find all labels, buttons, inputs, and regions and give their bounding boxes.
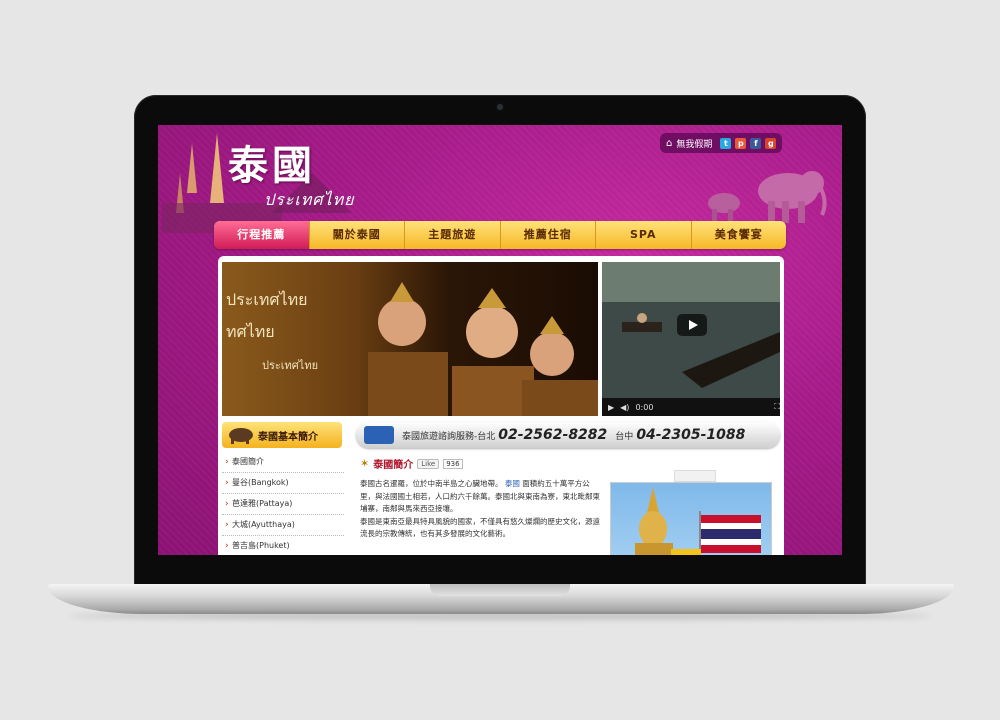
nav-item-itinerary[interactable]: 行程推薦 [214, 221, 310, 249]
main-nav: 行程推薦 關於泰國 主題旅遊 推薦住宿 SPA 美食饗宴 [214, 221, 786, 249]
intro-paragraph: 泰國古名暹羅，位於中南半島之心臟地帶。 泰國 面積約五十萬平方公里，與法國國土相… [360, 478, 600, 541]
thai-dancers-photo [368, 282, 598, 416]
taichung-label: 台中 [615, 431, 634, 442]
fullscreen-icon[interactable]: ⛶ [774, 402, 780, 412]
video-player[interactable]: ▶ ◀) 0:00 ⛶ [602, 262, 780, 416]
screen: 泰國 ประเทศไทย ⌂ 無我假期 t p f g 行程推薦 關於泰國 主題… [158, 125, 842, 555]
banner-thai-line: ประเทศไทย [226, 290, 308, 309]
intro-text: 泰國是東南亞最具特具風貌的國家，不僅具有悠久燦爛的歷史文化，源遠流長的宗教傳統，… [360, 516, 600, 539]
intro-text: 泰國古名暹羅，位於中南半島之心臟地帶。 [360, 479, 503, 488]
taipei-phone[interactable]: 02-2562-8282 [498, 427, 607, 443]
facebook-icon[interactable]: f [750, 137, 762, 149]
sidebar-item-pattaya[interactable]: 芭達雅(Pattaya) [222, 494, 344, 515]
plurk-icon[interactable]: p [735, 137, 747, 149]
video-time: 0:00 [635, 402, 654, 412]
taichung-phone[interactable]: 04-2305-1088 [636, 427, 745, 443]
contact-label: 泰國旅遊諮詢服務-台北 [402, 431, 496, 442]
camera-icon [497, 104, 503, 110]
intro-header: ✶ 泰國簡介 Like 936 [360, 456, 463, 471]
play-icon[interactable]: ▶ [608, 403, 614, 412]
sidebar-list: 泰國簡介 曼谷(Bangkok) 芭達雅(Pattaya) 大城(Ayuttha… [222, 452, 344, 555]
site-title[interactable]: 泰國 [228, 133, 316, 191]
google-icon[interactable]: g [765, 137, 777, 149]
sidebar-item-bangkok[interactable]: 曼谷(Bangkok) [222, 473, 344, 494]
sidebar-item-thailand-intro[interactable]: 泰國簡介 [222, 452, 344, 473]
video-controls: ▶ ◀) 0:00 ⛶ [602, 398, 780, 416]
home-icon[interactable]: ⌂ [666, 138, 672, 149]
elephant-illustration [708, 171, 827, 223]
sidebar-heading: 泰國基本簡介 [258, 431, 318, 443]
laptop-notch [430, 584, 570, 596]
hero-banner[interactable]: ประเทศไทย ทศไทย ประเทศไทย [222, 262, 598, 416]
elephant-icon [229, 428, 253, 444]
sidebar-heading-box: 泰國基本簡介 [222, 422, 342, 448]
banner-thai-line: ทศไทย [226, 322, 275, 341]
nav-item-accommodation[interactable]: 推薦住宿 [501, 221, 596, 249]
phone-icon [364, 426, 394, 444]
buddha-flag-image [635, 487, 761, 555]
buddha-photo[interactable] [610, 482, 772, 555]
nav-item-about-thailand[interactable]: 關於泰國 [310, 221, 405, 249]
sidebar-item-phuket[interactable]: 普吉島(Phuket) [222, 536, 344, 555]
ornament-icon: ✶ [360, 457, 370, 470]
contact-bar: 泰國旅遊諮詢服務-台北 02-2562-8282 台中 04-2305-1088 [356, 422, 780, 448]
intro-heading: 泰國簡介 [373, 460, 414, 471]
like-count: 936 [443, 458, 463, 469]
content-panel: ประเทศไทย ทศไทย ประเทศไทย ▶ ◀) 0:00 ⛶ 泰國… [218, 256, 784, 555]
photo-tape [674, 470, 716, 482]
top-link-label[interactable]: 無我假期 [676, 137, 712, 150]
twitter-icon[interactable]: t [720, 137, 732, 149]
volume-icon[interactable]: ◀) [620, 403, 629, 412]
nav-item-spa[interactable]: SPA [596, 221, 692, 249]
intro-link[interactable]: 泰國 [505, 479, 520, 488]
like-button[interactable]: Like [417, 458, 440, 469]
play-button[interactable] [677, 314, 707, 336]
sidebar-item-ayutthaya[interactable]: 大城(Ayutthaya) [222, 515, 344, 536]
banner-thai-line: ประเทศไทย [262, 359, 319, 372]
site-subtitle: ประเทศไทย [264, 190, 355, 209]
nav-item-theme-travel[interactable]: 主題旅遊 [405, 221, 501, 249]
top-links: ⌂ 無我假期 t p f g [660, 133, 783, 153]
nav-item-food[interactable]: 美食饗宴 [692, 221, 787, 249]
